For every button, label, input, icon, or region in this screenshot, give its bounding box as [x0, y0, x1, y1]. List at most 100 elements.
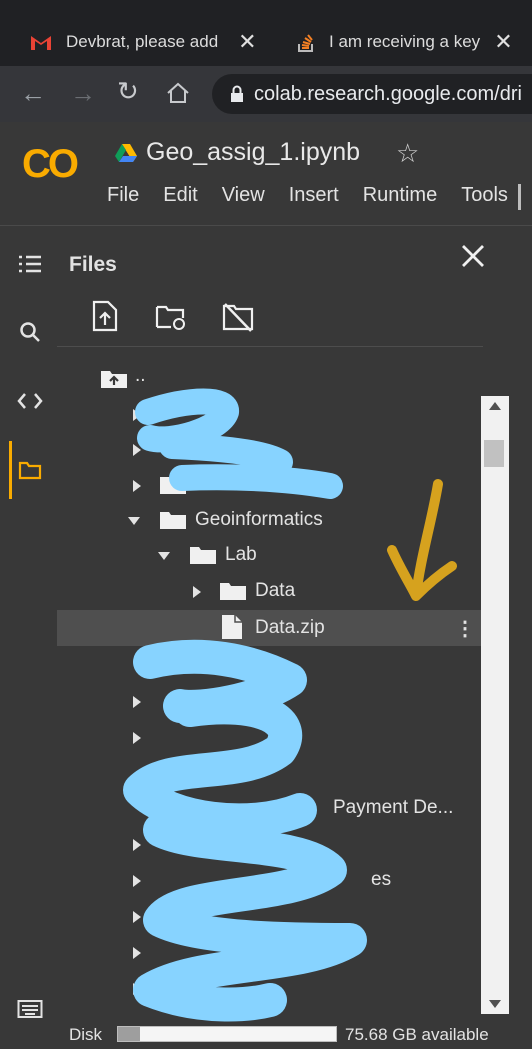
folder-icon [190, 656, 216, 673]
collapse-arrow-icon[interactable] [158, 552, 170, 560]
more-options-icon[interactable]: ⋮ [455, 616, 475, 641]
expand-arrow-icon[interactable] [133, 480, 141, 492]
colab-logo[interactable]: CO [22, 142, 79, 187]
tree-row-data-folder[interactable]: Data [57, 573, 483, 609]
file-label: Payment De... [333, 797, 454, 818]
close-tab-icon[interactable]: ✕ [494, 29, 512, 55]
menu-bar: File Edit View Insert Runtime Tools [107, 184, 532, 207]
mount-drive-off-icon[interactable] [222, 302, 254, 332]
collapse-arrow-icon[interactable] [128, 517, 140, 525]
folder-icon [160, 512, 186, 529]
menu-file[interactable]: File [107, 184, 139, 207]
file-label: ures [289, 869, 326, 890]
file-tree-scrollbar[interactable] [481, 396, 509, 1014]
files-panel-title: Files [69, 253, 117, 276]
browser-tab[interactable]: I am receiving a key ✕ [297, 18, 513, 66]
menu-insert[interactable]: Insert [289, 184, 339, 207]
refresh-folder-icon[interactable] [155, 304, 187, 330]
stackoverflow-icon [298, 34, 313, 52]
colab-header: CO Geo_assig_1.ipynb ☆ File Edit View In… [0, 122, 532, 226]
folder-label: Lab [225, 544, 257, 565]
folder-label: Geoinformatics [195, 509, 323, 530]
disk-meter-fill [118, 1027, 140, 1041]
url-text: colab.research.google.com/dri [254, 82, 522, 105]
notebook-title[interactable]: Geo_assig_1.ipynb [146, 138, 360, 167]
terminal-icon[interactable] [14, 993, 46, 1025]
tree-row[interactable] [57, 719, 483, 755]
expand-arrow-icon[interactable] [133, 444, 141, 456]
expand-arrow-icon[interactable] [133, 983, 141, 995]
tree-row[interactable] [57, 646, 483, 682]
menu-tools[interactable]: Tools [461, 184, 508, 207]
tree-row[interactable] [57, 431, 483, 467]
expand-arrow-icon[interactable] [193, 586, 201, 598]
disk-available: 75.68 GB available [345, 1025, 489, 1044]
tree-row[interactable] [57, 683, 483, 719]
code-snippets-icon[interactable] [14, 385, 46, 417]
header-scroll-marker [518, 184, 521, 210]
expand-arrow-icon[interactable] [133, 947, 141, 959]
tree-row-lab[interactable]: Lab [57, 537, 483, 573]
folder-up-icon [101, 371, 127, 388]
expand-arrow-icon[interactable] [133, 732, 141, 744]
search-icon[interactable] [14, 316, 46, 348]
folder-icon [165, 765, 191, 782]
reload-icon[interactable]: ↻ [117, 76, 139, 107]
forward-icon[interactable]: → [70, 78, 96, 109]
folder-icon[interactable] [14, 454, 46, 486]
expand-arrow-icon[interactable] [133, 839, 141, 851]
home-icon[interactable] [166, 82, 190, 104]
lock-icon [231, 85, 243, 102]
tree-row-data-zip[interactable]: Data.zip ⋮ [57, 610, 483, 646]
tab-title: I am receiving a key [329, 32, 481, 51]
tree-row[interactable] [57, 970, 483, 1006]
expand-arrow-icon[interactable] [133, 409, 141, 421]
file-label: Data.zip [255, 617, 325, 638]
menu-view[interactable]: View [222, 184, 265, 207]
toolbar-divider [57, 346, 483, 347]
tree-row-geoinformatics[interactable]: Geoinformatics [57, 502, 483, 538]
parent-directory-label: .. [135, 365, 146, 386]
tree-row[interactable] [57, 467, 483, 503]
tree-row[interactable] [57, 934, 483, 970]
parent-directory-row[interactable]: .. [57, 361, 483, 397]
menu-edit[interactable]: Edit [163, 184, 197, 207]
back-icon[interactable]: ← [20, 78, 46, 109]
expand-arrow-icon[interactable] [133, 696, 141, 708]
star-icon[interactable]: ☆ [396, 138, 419, 169]
disk-meter [117, 1026, 337, 1042]
close-tab-icon[interactable]: ✕ [238, 29, 256, 55]
disk-label: Disk [69, 1025, 103, 1044]
folder-icon [160, 477, 186, 494]
tab-title: Devbrat, please add [66, 32, 219, 51]
menu-runtime[interactable]: Runtime [363, 184, 437, 207]
table-of-contents-icon[interactable] [14, 248, 46, 280]
google-drive-icon [115, 144, 137, 162]
file-label: es [371, 869, 392, 890]
folder-label: Data [255, 580, 296, 601]
scrollbar-thumb[interactable] [484, 440, 504, 467]
folder-icon [190, 547, 216, 564]
tree-row[interactable] [57, 396, 483, 432]
browser-tab[interactable]: Devbrat, please add ✕ [30, 18, 257, 66]
tree-row[interactable] [57, 826, 483, 862]
expand-arrow-icon[interactable] [133, 911, 141, 923]
disk-usage-bar: Disk 75.68 GB available [57, 1014, 509, 1049]
file-icon [222, 615, 242, 639]
address-bar[interactable]: colab.research.google.com/dri [212, 74, 532, 114]
left-sidebar [0, 226, 57, 1049]
folder-icon [220, 583, 246, 600]
scroll-down-arrow-icon[interactable] [489, 1000, 501, 1008]
browser-tab-strip: Devbrat, please add ✕ I am receiving a k… [0, 0, 532, 66]
tree-row[interactable]: ures es [57, 862, 483, 898]
upload-file-icon[interactable] [92, 300, 118, 332]
tree-row[interactable] [57, 898, 483, 934]
gmail-icon [31, 36, 51, 50]
browser-toolbar: ← → ↻ colab.research.google.com/dri [0, 66, 532, 122]
tree-row[interactable] [57, 755, 483, 791]
expand-arrow-icon[interactable] [133, 875, 141, 887]
close-panel-icon[interactable] [461, 244, 485, 268]
active-indicator [9, 441, 12, 499]
scroll-up-arrow-icon[interactable] [489, 402, 501, 410]
tree-row[interactable]: Payment De... [57, 790, 483, 826]
